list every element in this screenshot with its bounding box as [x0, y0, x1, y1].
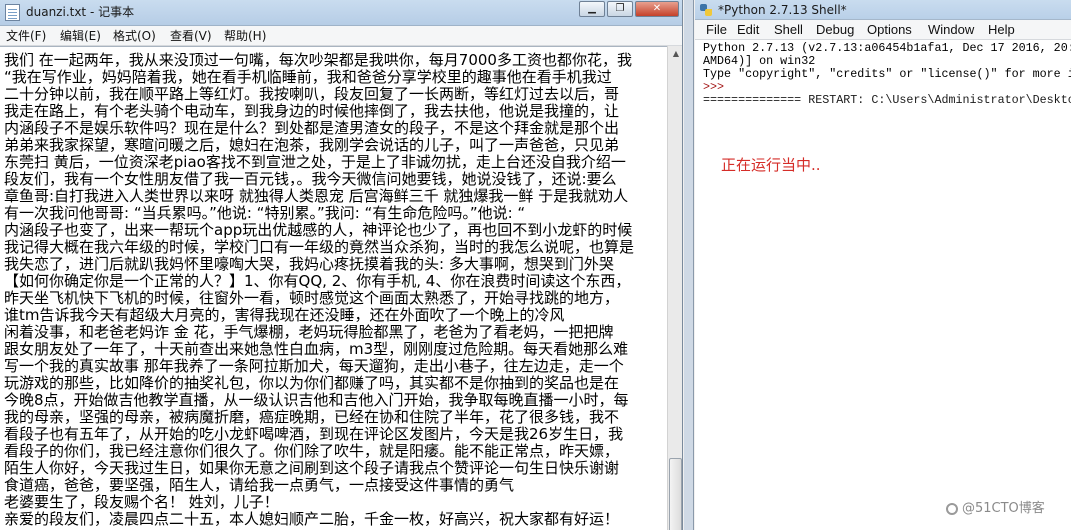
text-line: 昨天坐飞机快下飞机的时候，往窗外一看，顿时感觉这个画面太熟悉了，开始寻找跳的地方… [4, 289, 620, 307]
shell-banner-line: Type "copyright", "credits" or "license(… [703, 67, 1071, 81]
text-line: 看段子的你们，我已经注意你们很久了。你们除了吹牛，就是阳痿。能不能正常点，昨天嫖… [4, 442, 620, 460]
vertical-scrollbar[interactable]: ▲ [667, 46, 682, 530]
text-line: 陌生人你好，今天我过生日，如果你无意之间刷到这个段子请我点个赞评论一句生日快乐谢… [4, 459, 620, 477]
python-icon [699, 3, 713, 17]
text-line: 段友们，我有一个女性朋友借了我一百元钱，。我今天微信问她要钱，她说没钱了，还说:… [4, 170, 617, 188]
notepad-title: duanzi.txt - 记事本 [26, 5, 135, 19]
text-line: 谁tm告诉我今天有超级大月亮的，害得我现在还没睡，还在外面吹了一个晚上的冷风 [4, 306, 565, 324]
menu-window[interactable]: Window [928, 23, 974, 37]
menu-file[interactable]: File [706, 23, 727, 37]
text-line: 我走在路上，有个老头骑个电动车，到我身边的时候他摔倒了，我去扶他，他说是我撞的，… [4, 102, 620, 120]
menu-help[interactable]: Help [988, 23, 1015, 37]
text-line: 有一次我问他哥哥: “当兵累吗。”他说: “特别累。”我问: “有生命危险吗。”… [4, 204, 526, 222]
text-line: 闲着没事，和老爸老妈诈 金 花，手气爆棚，老妈玩得脸都黑了，老爸为了看老妈，一把… [4, 323, 614, 341]
desktop: duanzi.txt - 记事本 ▁ ❐ ✕ 文件(F) 编辑(E) 格式(O)… [0, 0, 1071, 530]
text-line: 今晚8点，开始做吉他教学直播，从一级认识吉他和吉他入门开始，我争取每晚直播一小时… [4, 391, 629, 409]
shell-output[interactable]: Python 2.7.13 (v2.7.13:a06454b1afa1, Dec… [695, 40, 1071, 530]
shell-restart-line: ============== RESTART: C:\Users\Adminis… [703, 93, 1071, 107]
shell-menu-bar: File Edit Shell Debug Options Window Hel… [695, 20, 1071, 40]
text-line: 老婆要生了，段友赐个名！ 姓刘，儿子！ [4, 493, 279, 511]
scroll-thumb[interactable] [669, 458, 682, 530]
text-line: 食道癌，爸爸，要坚强，陌生人，请给我一点勇气，一点接受这件事情的勇气 [4, 476, 515, 494]
watermark: @51CTO博客 [962, 501, 1045, 516]
text-line: 二十分钟以前，我在顺平路上等红灯。我按喇叭，段友回复了一长两断，等红灯过去以后，… [4, 85, 620, 103]
text-line: 我失恋了，进门后就趴我妈怀里嚎啕大哭，我妈心疼抚摸着我的头: 多大事啊，想哭到门… [4, 255, 614, 273]
text-line: 写一个我的真实故事 那年我养了一条阿拉斯加犬，每天遛狗，走出小巷子，往左边走，走… [4, 357, 624, 375]
text-line: 跟女朋友处了一年了，十天前查出来她急性白血病，m3型，刚刚度过危险期。每天看她那… [4, 340, 629, 358]
text-line: 章鱼哥:自打我进入人类世界以来呀 就独得人类恩宠 后宫海鲜三千 就独爆我一鲜 于… [4, 187, 629, 205]
menu-options[interactable]: Options [867, 23, 912, 37]
notepad-icon [5, 4, 20, 21]
menu-shell[interactable]: Shell [774, 23, 803, 37]
menu-format[interactable]: 格式(O) [113, 29, 156, 43]
menu-edit[interactable]: Edit [737, 23, 759, 37]
text-line: 我的母亲，坚强的母亲，被病魔折磨，癌症晚期，已经在协和住院了半年，花了很多钱，我… [4, 408, 620, 426]
python-shell-window: *Python 2.7.13 Shell* File Edit Shell De… [695, 0, 1071, 530]
menu-edit[interactable]: 编辑(E) [60, 29, 101, 43]
shell-title: *Python 2.7.13 Shell* [718, 3, 847, 17]
watermark-icon [946, 503, 958, 515]
text-line: 东莞扫 黄后，一位资深老piao客找不到宣泄之处，于是上了非诚勿扰，走上台还没自… [4, 153, 626, 171]
menu-file[interactable]: 文件(F) [6, 29, 46, 43]
text-line: 内涵段子不是娱乐软件吗？现在是什么？到处都是渣男渣女的段子，不是这个拜金就是那个… [4, 119, 620, 137]
text-line: 【如何你确定你是一个正常的人？】1、你有QQ, 2、你有手机, 4、你在浪费时间… [4, 272, 631, 290]
notepad-window: duanzi.txt - 记事本 ▁ ❐ ✕ 文件(F) 编辑(E) 格式(O)… [0, 0, 683, 530]
notepad-menu-bar: 文件(F) 编辑(E) 格式(O) 查看(V) 帮助(H) [0, 26, 682, 46]
notepad-title-bar[interactable]: duanzi.txt - 记事本 ▁ ❐ ✕ [0, 0, 682, 26]
menu-view[interactable]: 查看(V) [170, 29, 212, 43]
text-line: 亲爱的段友们，凌晨四点二十五，本人媳妇顺产二胎，千金一枚，好高兴，祝大家都有好运… [4, 510, 620, 528]
menu-help[interactable]: 帮助(H) [224, 29, 266, 43]
text-line: 玩游戏的那些，比如降价的抽奖礼包，你以为你们都赚了吗，其实都不是你抽到的奖品也是… [4, 374, 620, 392]
minimize-button[interactable]: ▁ [579, 1, 605, 17]
maximize-button[interactable]: ❐ [607, 1, 633, 17]
scroll-up-icon[interactable]: ▲ [668, 46, 682, 62]
text-line: “我在写作业，妈妈陪着我，她在看手机临睡前，我和爸爸分享学校里的趣事他在看手机我… [4, 68, 612, 86]
text-line: 我们 在一起两年，我从来没顶过一句嘴，每次吵架都是我哄你，每月7000多工资也都… [4, 51, 632, 69]
text-line: 内涵段子也变了，出来一帮玩个app玩出优越感的人，神评论也少了，再也回不到小龙虾… [4, 221, 633, 239]
close-button[interactable]: ✕ [635, 1, 679, 17]
window-divider [684, 0, 694, 530]
shell-title-bar[interactable]: *Python 2.7.13 Shell* [695, 0, 1071, 20]
text-line: 弟弟来我家探望，寒暄问暖之后，媳妇在泡茶，我刚学会说话的儿子，叫了一声爸爸，只见… [4, 136, 620, 154]
running-status: 正在运行当中.. [721, 156, 821, 174]
text-line: 看段子也有五年了，从开始的吃小龙虾喝啤酒，到现在评论区发图片，今天是我26岁生日… [4, 425, 624, 443]
menu-debug[interactable]: Debug [816, 23, 854, 37]
notepad-text-area[interactable]: 我们 在一起两年，我从来没顶过一句嘴，每次吵架都是我哄你，每月7000多工资也都… [0, 46, 667, 530]
text-line: 我记得大概在我六年级的时候，学校门口有一年级的竟然当众杀狗，当时的我怎么说呢，也… [4, 238, 635, 256]
